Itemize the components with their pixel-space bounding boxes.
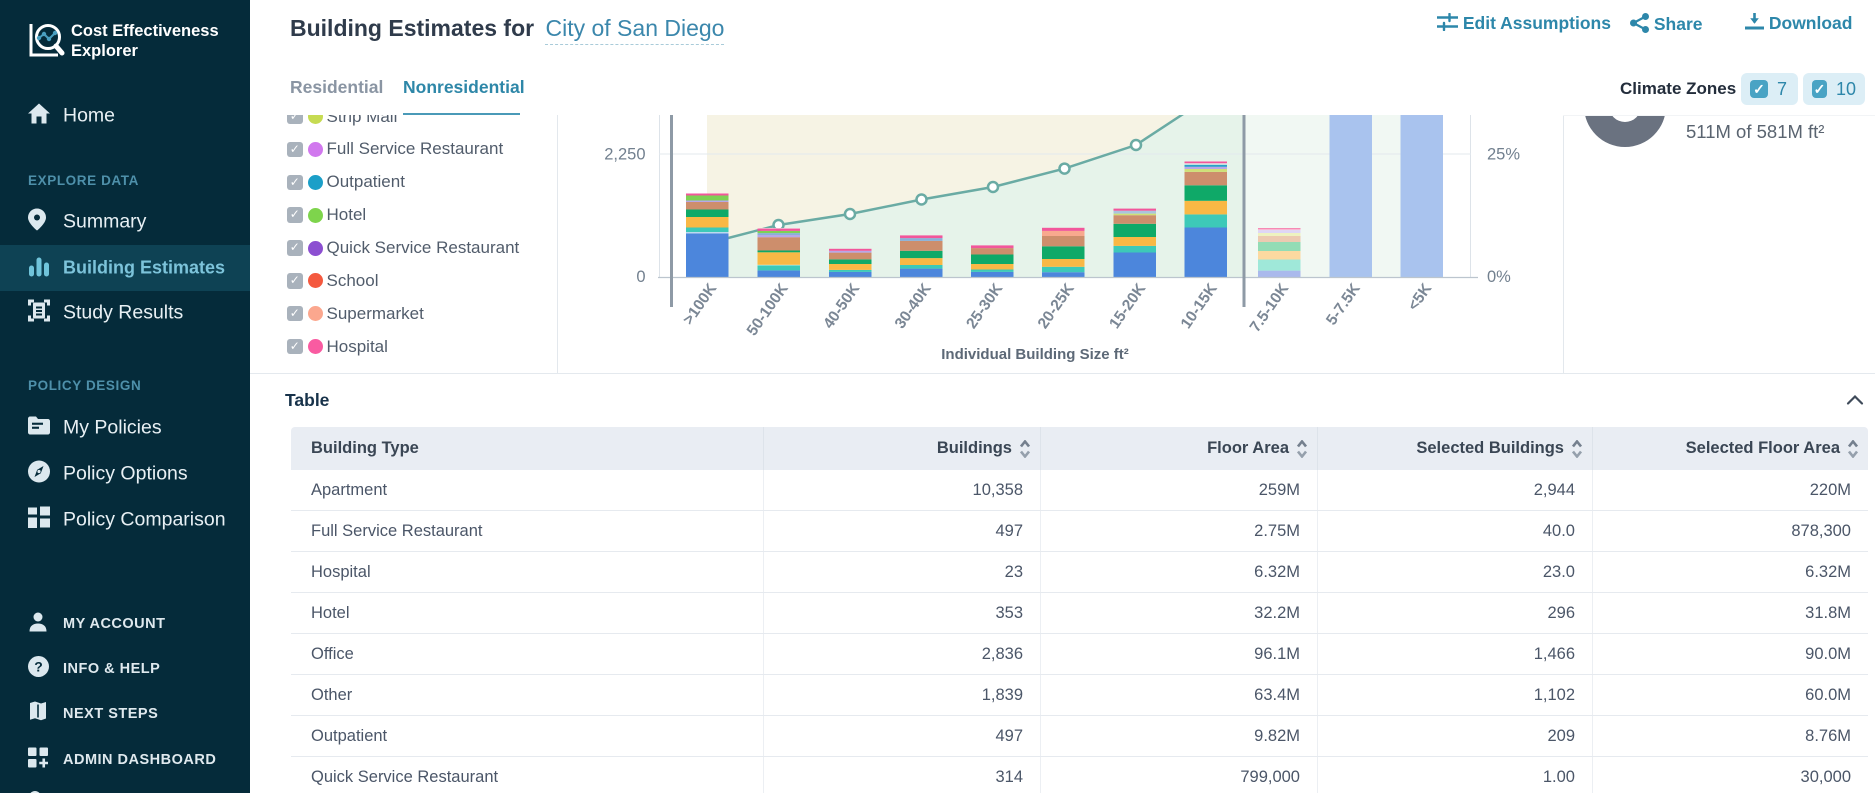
svg-text:?: ? <box>34 659 43 675</box>
svg-text:5-7.5K: 5-7.5K <box>1323 280 1364 329</box>
svg-text:0%: 0% <box>1487 268 1511 286</box>
svg-text:Individual Building Size ft²: Individual Building Size ft² <box>941 346 1129 363</box>
svg-text:<5K: <5K <box>1405 280 1436 314</box>
svg-text:50-100K: 50-100K <box>744 280 792 339</box>
svg-text:25%: 25% <box>1487 146 1520 164</box>
svg-text:2,250: 2,250 <box>604 146 645 164</box>
svg-text:25-30K: 25-30K <box>963 280 1007 332</box>
svg-text:15-20K: 15-20K <box>1106 280 1150 332</box>
svg-text:511M of 581M ft²: 511M of 581M ft² <box>1686 121 1824 142</box>
svg-text:0: 0 <box>636 268 645 286</box>
svg-text:7.5-10K: 7.5-10K <box>1247 280 1293 336</box>
svg-text:>100K: >100K <box>680 280 721 328</box>
svg-text:10-15K: 10-15K <box>1178 280 1222 332</box>
svg-text:40-50K: 40-50K <box>820 280 864 332</box>
svg-text:30-40K: 30-40K <box>892 280 936 332</box>
svg-text:20-25K: 20-25K <box>1035 280 1079 332</box>
